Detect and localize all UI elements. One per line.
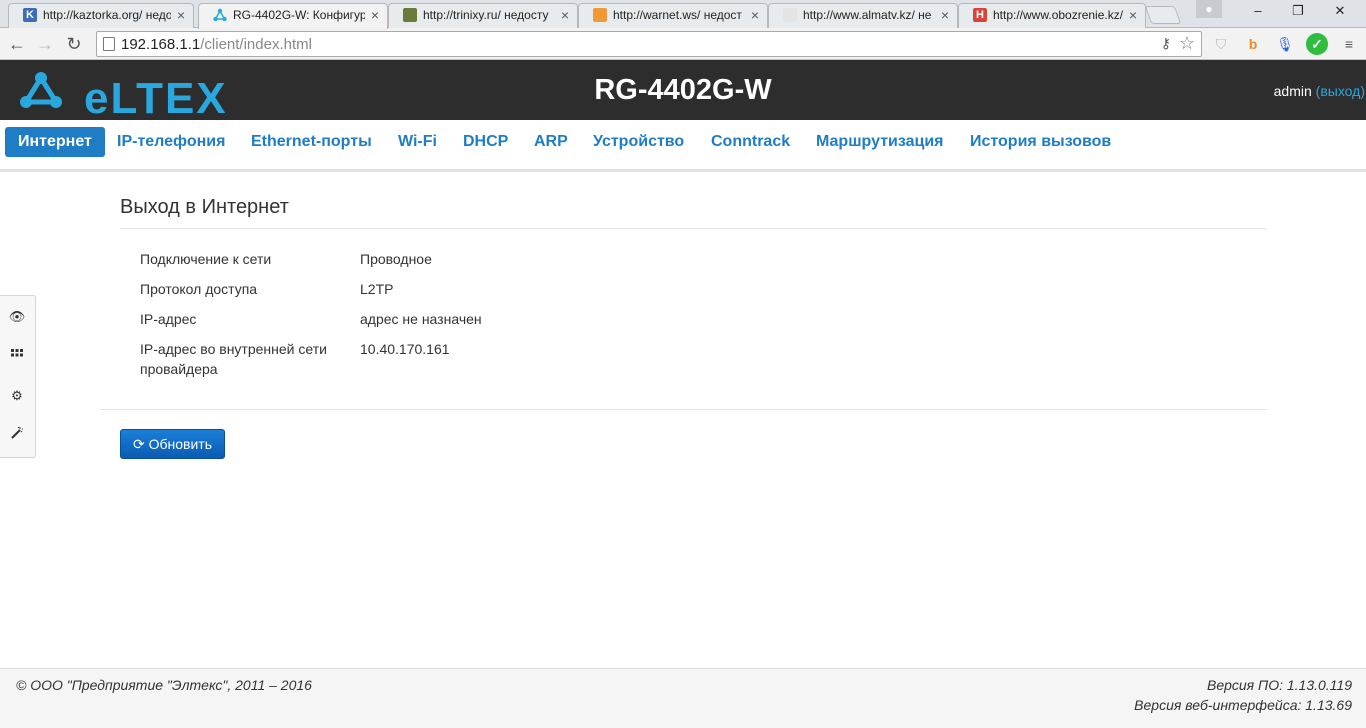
close-tab-icon[interactable]: × <box>1129 7 1137 23</box>
key-icon[interactable]: ⚷ <box>1161 35 1171 52</box>
bookmark-star-icon[interactable]: ☆ <box>1179 33 1195 54</box>
grid-icon[interactable] <box>8 347 26 365</box>
page-header: eLTEX RG-4402G-W admin (выход) <box>0 60 1366 123</box>
tab-title: http://www.obozrenie.kz/ <box>993 8 1123 22</box>
kaztorka-favicon-icon: K <box>23 8 37 22</box>
browser-tab[interactable]: H http://www.obozrenie.kz/ × <box>958 3 1146 28</box>
close-window-button[interactable]: ✕ <box>1318 0 1362 22</box>
username: admin <box>1273 83 1312 99</box>
value-provider-ip: 10.40.170.161 <box>360 341 450 357</box>
label-protocol: Протокол доступа <box>140 281 258 297</box>
trinixy-favicon-icon <box>403 8 417 22</box>
menu-item-routing[interactable]: Маршрутизация <box>803 127 957 157</box>
eltex-favicon-icon <box>213 8 227 22</box>
restore-button[interactable]: ❐ <box>1278 0 1318 22</box>
menu-item-device[interactable]: Устройство <box>580 127 697 157</box>
profile-icon[interactable]: ● <box>1196 0 1222 18</box>
tab-title: http://www.almatv.kz/ не <box>803 8 932 22</box>
divider <box>120 228 1267 229</box>
browser-tab[interactable]: http://trinixy.ru/ недосту × <box>388 3 578 28</box>
side-toolbar: 👁 ⚙ <box>0 295 36 458</box>
forward-icon[interactable]: → <box>34 33 56 55</box>
wand-icon[interactable] <box>8 426 26 444</box>
label-provider-ip: IP-адрес во внутренней сети провайдера <box>140 341 327 377</box>
warnet-favicon-icon <box>593 8 607 22</box>
tab-title: RG-4402G-W: Конфигура <box>233 8 365 22</box>
shield-extension-icon[interactable]: ⛉ <box>1210 33 1232 55</box>
orange-extension-icon[interactable]: b <box>1242 33 1264 55</box>
eye-icon[interactable]: 👁 <box>8 308 26 326</box>
section-title: Выход в Интернет <box>120 196 289 218</box>
back-icon[interactable]: ← <box>6 33 28 55</box>
firmware-version: Версия ПО: 1.13.0.119 <box>1206 677 1352 693</box>
browser-tab[interactable]: http://warnet.ws/ недост × <box>578 3 768 28</box>
menu-item-ethernet-ports[interactable]: Ethernet-порты <box>238 127 385 157</box>
page-icon <box>103 37 115 51</box>
obozrenie-favicon-icon: H <box>973 8 987 22</box>
address-bar[interactable]: 192.168.1.1/client/index.html ⚷ ☆ <box>96 31 1202 57</box>
menu-item-dhcp[interactable]: DHCP <box>450 127 521 157</box>
url-text[interactable]: 192.168.1.1/client/index.html <box>121 36 312 53</box>
browser-tab-strip: K http://kaztorka.org/ недос × RG-4402G-… <box>0 0 1366 29</box>
close-tab-icon[interactable]: × <box>561 7 569 23</box>
close-tab-icon[interactable]: × <box>941 7 949 23</box>
microphone-icon[interactable]: 🎙 <box>1274 33 1296 55</box>
logout-link[interactable]: (выход) <box>1316 83 1365 99</box>
menu-item-call-history[interactable]: История вызовов <box>957 127 1124 157</box>
menu-icon[interactable]: ≡ <box>1338 33 1360 55</box>
refresh-button-label: Обновить <box>148 436 212 452</box>
tab-title: http://trinixy.ru/ недосту <box>423 8 549 22</box>
browser-tab[interactable]: http://www.almatv.kz/ не × <box>768 3 958 28</box>
tab-title: http://warnet.ws/ недост <box>613 8 742 22</box>
refresh-icon: ⟳ <box>132 436 145 452</box>
new-tab-button[interactable] <box>1144 6 1182 24</box>
menu-item-internet[interactable]: Интернет <box>5 127 105 157</box>
browser-tab-active[interactable]: RG-4402G-W: Конфигура × <box>198 3 388 29</box>
menu-item-conntrack[interactable]: Conntrack <box>698 127 803 157</box>
user-info: admin (выход) <box>1274 83 1365 99</box>
value-ip-address: адрес не назначен <box>360 311 482 327</box>
close-tab-icon[interactable]: × <box>177 7 185 23</box>
check-extension-icon[interactable]: ✓ <box>1306 33 1328 55</box>
label-ip-address: IP-адрес <box>140 311 197 327</box>
device-title: RG-4402G-W <box>594 74 772 106</box>
value-connection: Проводное <box>360 251 432 267</box>
copyright: © ООО "Предприятие "Элтекс", 2011 – 2016 <box>16 677 312 693</box>
menu-item-arp[interactable]: ARP <box>521 127 581 157</box>
menu-item-ip-telephony[interactable]: IP-телефония <box>104 127 238 157</box>
main-menu: Интернет IP-телефония Ethernet-порты Wi-… <box>0 120 1366 172</box>
reload-icon[interactable]: ↻ <box>63 33 85 55</box>
value-protocol: L2TP <box>360 281 394 297</box>
gear-icon[interactable]: ⚙ <box>8 387 26 405</box>
page-footer: © ООО "Предприятие "Элтекс", 2011 – 2016… <box>0 668 1366 728</box>
browser-toolbar: ← → ↻ 192.168.1.1/client/index.html ⚷ ☆ … <box>0 28 1366 60</box>
browser-tab[interactable]: K http://kaztorka.org/ недос × <box>8 3 194 28</box>
almatv-favicon-icon <box>783 8 797 22</box>
tab-title: http://kaztorka.org/ недос <box>43 8 171 22</box>
divider <box>100 409 1267 410</box>
menu-item-wifi[interactable]: Wi-Fi <box>385 127 450 157</box>
close-tab-icon[interactable]: × <box>751 7 759 23</box>
refresh-button[interactable]: ⟳ Обновить <box>120 429 225 459</box>
web-interface-version: Версия веб-интерфейса: 1.13.69 <box>1134 697 1352 713</box>
close-tab-icon[interactable]: × <box>371 7 379 23</box>
minimize-button[interactable]: – <box>1238 0 1278 22</box>
label-connection: Подключение к сети <box>140 251 272 267</box>
